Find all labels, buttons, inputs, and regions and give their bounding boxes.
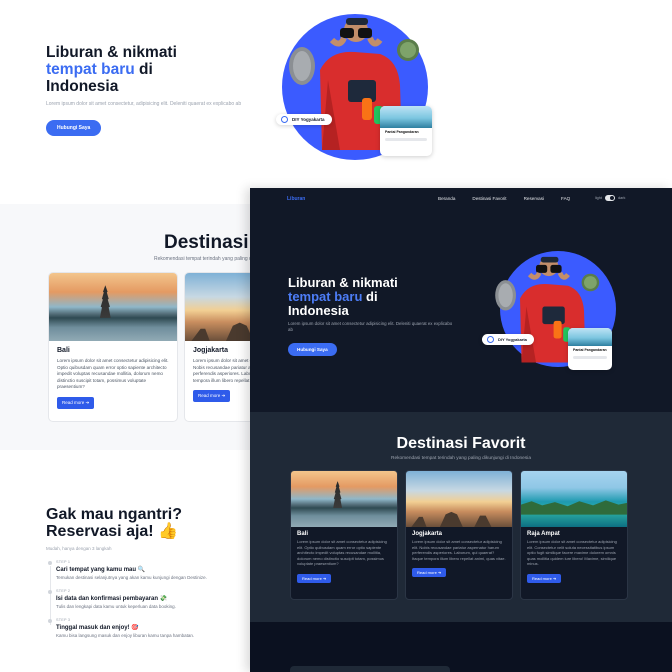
destinations-section: Destinasi Favorit Rekomendasi tempat ter…	[250, 412, 672, 622]
rating-bar	[573, 356, 607, 359]
reservation-section-dark	[250, 622, 672, 672]
arrow-right-icon: ➜	[552, 575, 557, 581]
step-2: STEP 2 Isi data dan konfirmasi pembayara…	[46, 589, 246, 625]
hero-title: Liburan & nikmati tempat baru di Indones…	[46, 44, 177, 95]
step-1: STEP 1 Cari tempat yang kamu mau 🔍 Temuk…	[46, 560, 246, 596]
nav-links: Beranda Destinasi Favorit Reservasi FAQ	[438, 196, 570, 201]
location-pin-icon	[281, 116, 288, 123]
dark-page: Liburan Beranda Destinasi Favorit Reserv…	[250, 188, 672, 672]
nav-link-destinasi[interactable]: Destinasi Favorit	[472, 196, 506, 201]
logo[interactable]: Liburan	[287, 196, 305, 202]
destination-chip: Pantai Pangandaran	[380, 106, 432, 156]
location-chip: DIY Yogyakarta	[482, 334, 534, 345]
destination-card-bali: Bali Lorem ipsum dolor sit amet consecte…	[290, 470, 398, 600]
screenshot: Liburan & nikmati tempat baru di Indones…	[0, 0, 672, 672]
read-more-button[interactable]: Read more ➜	[412, 568, 447, 577]
navbar: Liburan Beranda Destinasi Favorit Reserv…	[250, 188, 672, 210]
theme-toggle[interactable]: light dark	[595, 195, 625, 201]
location-pin-icon	[487, 336, 494, 343]
beach-image	[568, 328, 612, 346]
hero-description: Lorem ipsum dolor sit amet consectetur a…	[288, 321, 453, 332]
arrow-right-icon: ➜	[85, 399, 90, 405]
hero-section: Liburan & nikmati tempat baru di Indones…	[288, 276, 468, 356]
contact-button[interactable]: Hubungi Saya	[288, 343, 337, 356]
contact-button[interactable]: Hubungi Saya	[46, 120, 102, 136]
hero-illustration: DIY Yogyakarta Pantai Pangandaran	[480, 248, 620, 373]
reservation-title-partial	[290, 666, 450, 672]
hero-section: Liburan & nikmati tempat baru di Indones…	[46, 44, 256, 136]
toggle-switch[interactable]	[604, 195, 615, 201]
destination-chip: Pantai Pangandaran	[568, 328, 612, 370]
bali-image	[291, 471, 397, 527]
rating-bar	[385, 138, 427, 141]
location-chip: DIY Yogyakarta	[276, 114, 332, 125]
reservation-section: Gak mau ngantri? Reservasi aja! 👍 Mudah,…	[46, 506, 246, 638]
read-more-button[interactable]: Read more ➜	[57, 396, 95, 409]
arrow-right-icon: ➜	[322, 575, 327, 581]
nav-link-reservasi[interactable]: Reservasi	[524, 196, 544, 201]
read-more-button[interactable]: Read more ➜	[193, 390, 231, 402]
destinations-subtitle: Rekomendasi tempat terindah yang paling …	[390, 456, 531, 461]
destination-card-bali: Bali Lorem ipsum dolor sit amet consecte…	[48, 272, 178, 422]
arrow-right-icon: ➜	[221, 393, 226, 398]
read-more-button[interactable]: Read more ➜	[527, 573, 562, 583]
destinations-title: Destinasi Favorit	[396, 435, 526, 452]
hero-illustration: DIY Yogyakarta Pantai Pangandaran	[270, 10, 445, 160]
jogjakarta-image	[406, 471, 512, 527]
reservation-title: Gak mau ngantri? Reservasi aja! 👍	[46, 506, 183, 540]
arrow-right-icon: ➜	[437, 570, 442, 575]
reservation-subtitle: Mudah, hanya dengan 3 langkah	[46, 546, 112, 551]
bali-image	[49, 273, 177, 341]
nav-link-beranda[interactable]: Beranda	[438, 196, 455, 201]
hero-title: Liburan & nikmati tempat baru di Indones…	[288, 275, 398, 318]
destination-card-raja-ampat: Raja Ampat Lorem ipsum dolor sit amet co…	[520, 470, 628, 600]
beach-image	[380, 106, 432, 128]
destination-card-jogjakarta: Jogjakarta Lorem ipsum dolor sit amet co…	[405, 470, 513, 600]
step-3: STEP 3 Tinggal masuk dan enjoy! 🎯 Kamu b…	[46, 618, 246, 638]
hero-description: Lorem ipsum dolor sit amet consectetur, …	[46, 101, 242, 107]
nav-link-faq[interactable]: FAQ	[561, 196, 570, 201]
read-more-button[interactable]: Read more ➜	[297, 573, 332, 583]
raja-ampat-image	[521, 471, 627, 527]
